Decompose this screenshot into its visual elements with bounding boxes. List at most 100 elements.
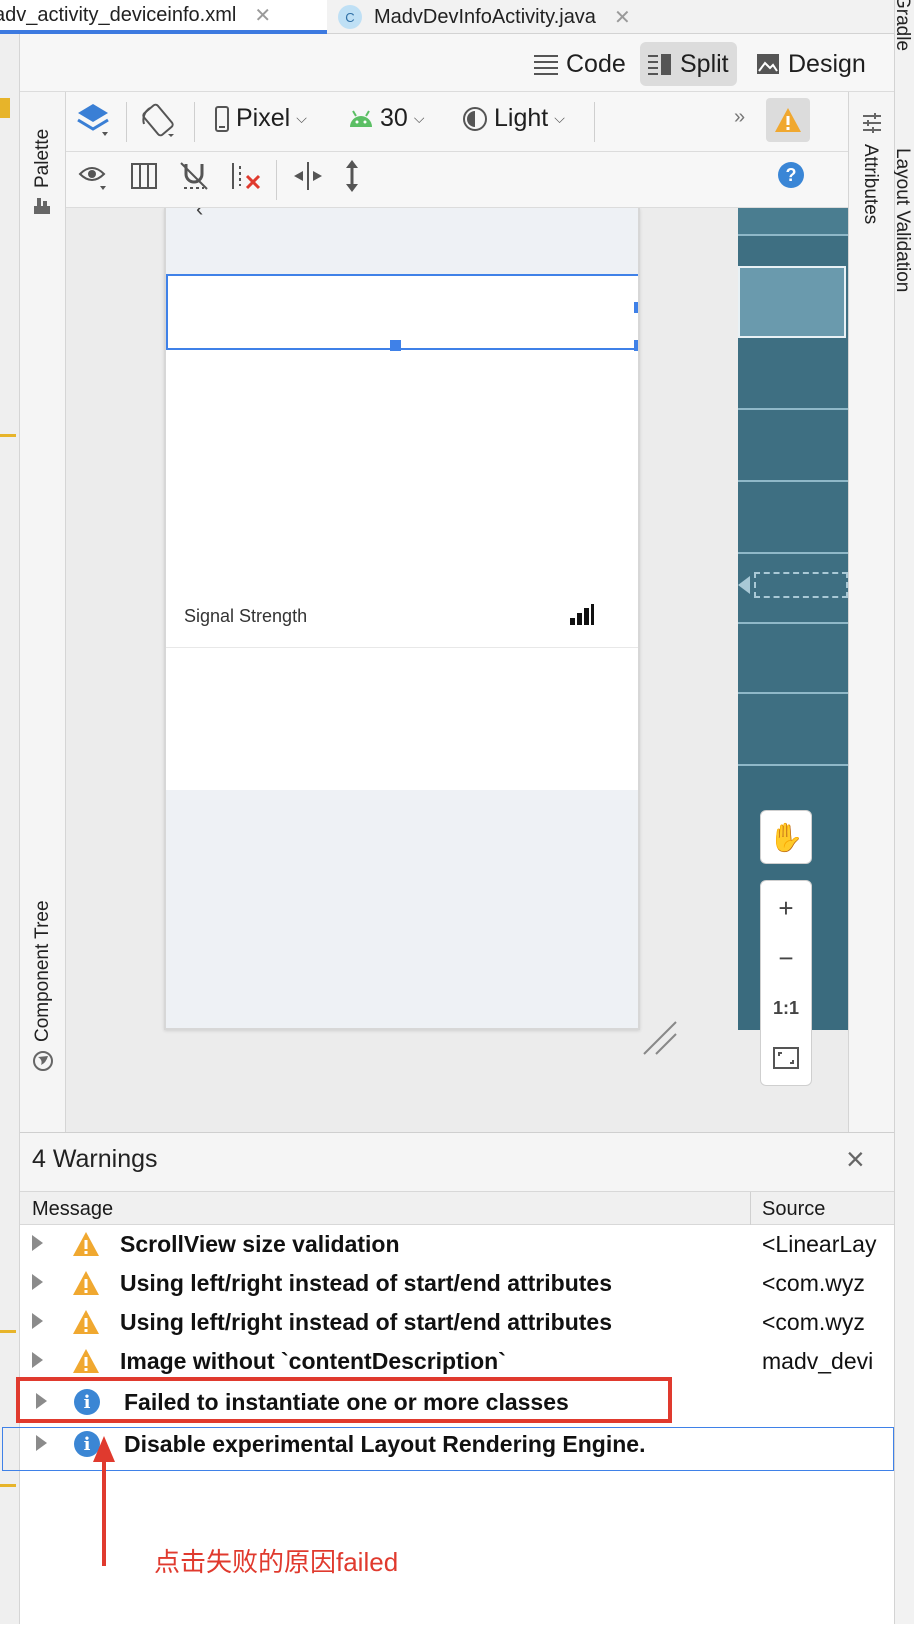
close-icon[interactable]: ✕ bbox=[614, 5, 631, 30]
warning-row[interactable]: Image without `contentDescription` madv_… bbox=[20, 1342, 894, 1382]
warning-source[interactable]: <com.wyz bbox=[762, 1270, 894, 1297]
column-divider[interactable] bbox=[750, 1192, 751, 1226]
blueprint-line bbox=[738, 234, 848, 236]
blueprint-line bbox=[738, 408, 848, 410]
android-icon bbox=[350, 109, 372, 127]
separator bbox=[194, 102, 195, 142]
warning-message: ScrollView size validation bbox=[120, 1231, 400, 1257]
warning-row[interactable]: ScrollView size validation <LinearLay bbox=[20, 1225, 894, 1265]
warning-source[interactable]: <LinearLay bbox=[762, 1231, 894, 1258]
zoom-actual-size-button[interactable]: 1:1 bbox=[761, 983, 811, 1033]
warning-icon bbox=[73, 1349, 99, 1373]
eye-icon bbox=[78, 167, 106, 190]
expand-arrow-icon[interactable] bbox=[32, 1235, 43, 1251]
vertical-arrows-icon bbox=[346, 160, 358, 192]
blueprint-line bbox=[738, 692, 848, 694]
design-toolbar: Pixel ⌵ 30 ⌵ Light ⌵ » bbox=[66, 92, 848, 152]
api-level-selector[interactable]: 30 ⌵ bbox=[348, 104, 424, 133]
pack-button[interactable] bbox=[292, 160, 324, 192]
warning-row[interactable]: Using left/right instead of start/end at… bbox=[20, 1303, 894, 1343]
split-view-button[interactable]: Split bbox=[640, 42, 737, 86]
empty-area bbox=[166, 790, 638, 1028]
separator bbox=[594, 102, 595, 142]
theme-selector[interactable]: Light ⌵ bbox=[462, 104, 565, 133]
design-canvas[interactable]: ‹ Signal Strength ✋ + − 1:1 bbox=[66, 208, 848, 1132]
warnings-table-header: Message Source bbox=[20, 1191, 894, 1226]
close-icon[interactable]: × bbox=[846, 1141, 865, 1178]
resize-handle[interactable] bbox=[390, 340, 401, 351]
chevron-down-icon: ⌵ bbox=[413, 110, 425, 126]
sliders-icon bbox=[861, 112, 883, 134]
device-selector[interactable]: Pixel ⌵ bbox=[214, 104, 307, 133]
overflow-button[interactable]: » bbox=[734, 106, 745, 129]
gradle-tab[interactable]: Gradle bbox=[891, 0, 913, 51]
right-tool-window-bar: Gradle Layout Validation bbox=[891, 0, 914, 1624]
selected-view[interactable] bbox=[166, 274, 638, 351]
warning-row[interactable]: Using left/right instead of start/end at… bbox=[20, 1264, 894, 1304]
expand-arrow-icon[interactable] bbox=[32, 1274, 43, 1290]
globe-icon bbox=[32, 1050, 54, 1072]
editor-tab-bar: adv_activity_deviceinfo.xml ✕ C MadvDevI… bbox=[0, 0, 894, 34]
warning-icon bbox=[775, 108, 801, 132]
layout-validation-tab[interactable]: Layout Validation bbox=[891, 148, 913, 292]
show-margins-button[interactable] bbox=[130, 162, 158, 190]
orientation-button[interactable] bbox=[140, 102, 176, 138]
warning-icon bbox=[73, 1232, 99, 1256]
warning-icon bbox=[73, 1310, 99, 1334]
layers-button[interactable] bbox=[76, 102, 110, 138]
guidelines-button[interactable] bbox=[342, 160, 362, 192]
component-tree-tab[interactable]: Component Tree bbox=[32, 900, 54, 1042]
separator bbox=[126, 102, 127, 142]
tab-xml-layout[interactable]: adv_activity_deviceinfo.xml ✕ bbox=[0, 0, 327, 34]
help-icon[interactable]: ? bbox=[778, 162, 804, 188]
theme-label: Light bbox=[494, 104, 549, 132]
horizontal-pack-icon bbox=[294, 162, 322, 190]
attributes-tab[interactable]: Attributes bbox=[859, 144, 881, 224]
warning-source[interactable]: madv_devi bbox=[762, 1348, 894, 1375]
design-icon bbox=[757, 54, 779, 74]
blueprint-line bbox=[738, 622, 848, 624]
zoom-to-fit-button[interactable] bbox=[761, 1033, 811, 1083]
split-icon bbox=[648, 54, 671, 75]
tab-java-activity[interactable]: C MadvDevInfoActivity.java ✕ bbox=[338, 0, 698, 34]
zoom-in-button[interactable]: + bbox=[761, 883, 811, 933]
resize-handle[interactable] bbox=[634, 302, 638, 313]
close-icon[interactable]: ✕ bbox=[254, 3, 271, 28]
device-label: Pixel bbox=[236, 104, 291, 132]
device-preview[interactable]: ‹ Signal Strength bbox=[164, 208, 640, 1030]
column-header-message[interactable]: Message bbox=[32, 1198, 113, 1221]
design-view-button[interactable]: Design bbox=[748, 42, 874, 86]
expand-arrow-icon[interactable] bbox=[32, 1352, 43, 1368]
pan-button[interactable]: ✋ bbox=[760, 810, 812, 864]
autoconnect-button[interactable] bbox=[178, 160, 210, 192]
hand-icon: ✋ bbox=[768, 821, 804, 853]
resize-grip-icon[interactable] bbox=[642, 1020, 678, 1056]
blueprint-dashed bbox=[754, 572, 848, 598]
palette-tool-strip: Palette Component Tree bbox=[20, 92, 66, 1132]
chevron-down-icon: ⌵ bbox=[296, 110, 307, 126]
annotation-highlight-box bbox=[16, 1377, 672, 1423]
resize-handle[interactable] bbox=[634, 340, 638, 351]
blueprint-line bbox=[738, 480, 848, 482]
layers-icon bbox=[77, 104, 109, 136]
warnings-title: 4 Warnings bbox=[32, 1145, 158, 1173]
palette-tab[interactable]: Palette bbox=[32, 129, 54, 188]
clear-constraints-button[interactable] bbox=[230, 160, 262, 192]
annotation-text: 点击失败的原因failed bbox=[154, 1547, 399, 1577]
design-label: Design bbox=[788, 49, 866, 78]
phone-icon bbox=[215, 105, 229, 132]
warning-icon bbox=[73, 1271, 99, 1295]
code-icon bbox=[534, 55, 558, 75]
view-options-button[interactable] bbox=[78, 162, 110, 192]
warning-source[interactable]: <com.wyz bbox=[762, 1309, 894, 1336]
issues-button[interactable] bbox=[766, 98, 810, 142]
separator bbox=[276, 160, 277, 200]
column-header-source[interactable]: Source bbox=[762, 1198, 825, 1221]
zoom-controls: + − 1:1 bbox=[760, 880, 812, 1086]
blueprint-line bbox=[738, 552, 848, 554]
zoom-out-button[interactable]: − bbox=[761, 933, 811, 983]
code-view-button[interactable]: Code bbox=[526, 42, 634, 86]
blueprint-block bbox=[738, 208, 848, 234]
expand-arrow-icon[interactable] bbox=[32, 1313, 43, 1329]
selected-row-outline bbox=[2, 1427, 894, 1471]
